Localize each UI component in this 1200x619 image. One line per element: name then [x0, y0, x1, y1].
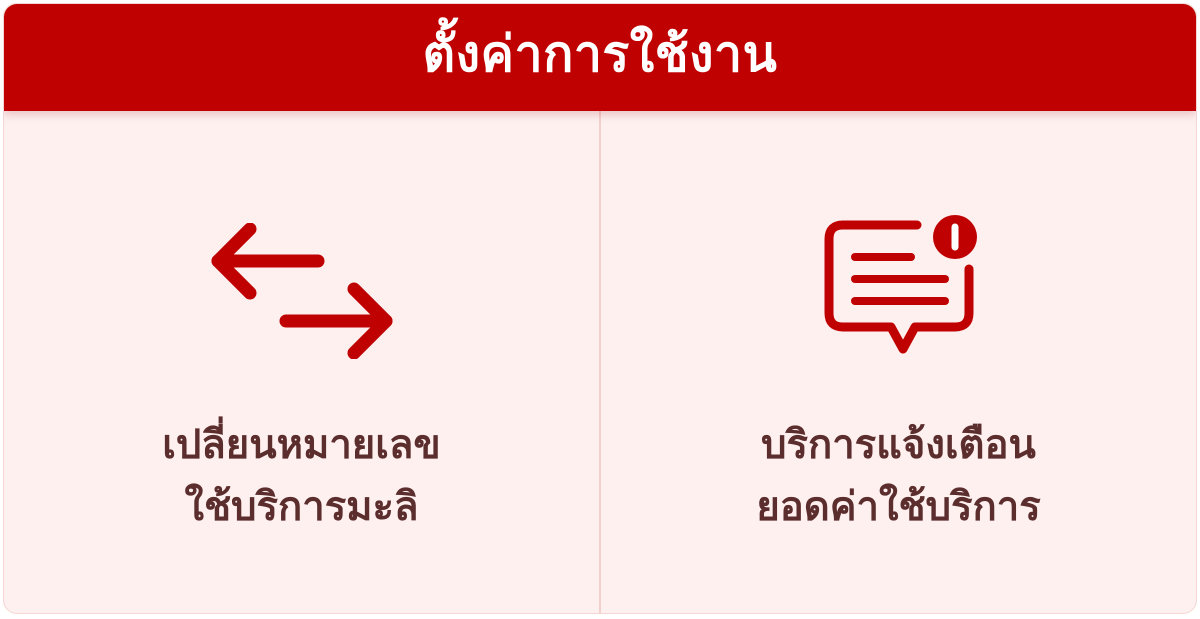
change-number-label-line2: ใช้บริการมะลิ	[184, 484, 419, 530]
swap-arrows-icon	[202, 223, 402, 359]
billing-alert-label-line1: บริการแจ้งเตือน	[761, 422, 1036, 468]
settings-title: ตั้งค่าการใช้งาน	[422, 24, 778, 83]
settings-options: เปลี่ยนหมายเลข ใช้บริการมะลิ บริการแจ้งเ…	[4, 111, 1196, 613]
change-number-label: เปลี่ยนหมายเลข ใช้บริการมะลิ	[4, 414, 599, 538]
billing-alert-option[interactable]: บริการแจ้งเตือน ยอดค่าใช้บริการ	[599, 111, 1196, 613]
billing-alert-label-line2: ยอดค่าใช้บริการ	[756, 484, 1041, 530]
billing-alert-label: บริการแจ้งเตือน ยอดค่าใช้บริการ	[601, 414, 1196, 538]
change-number-option[interactable]: เปลี่ยนหมายเลข ใช้บริการมะลิ	[4, 111, 599, 613]
message-alert-icon	[819, 209, 979, 359]
settings-header: ตั้งค่าการใช้งาน	[4, 4, 1196, 111]
change-number-label-line1: เปลี่ยนหมายเลข	[162, 422, 441, 468]
settings-card: ตั้งค่าการใช้งาน เปลี่ยนหมายเลข ใช้บริกา…	[3, 3, 1197, 614]
